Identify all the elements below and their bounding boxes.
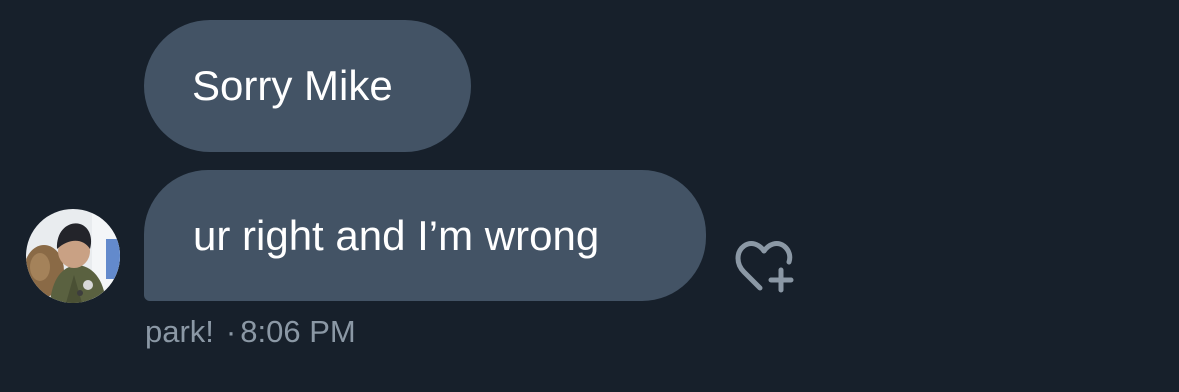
message-timestamp: 8:06 PM <box>240 314 356 349</box>
message-meta: park! · 8:06 PM <box>145 314 356 350</box>
sender-name: park! <box>145 314 214 349</box>
dm-conversation: Sorry Mike ur right and I’m wrong park! ·… <box>0 0 1179 392</box>
meta-separator: · <box>225 314 237 349</box>
message-bubble[interactable]: Sorry Mike <box>144 20 471 152</box>
avatar-photo <box>26 209 120 303</box>
avatar[interactable] <box>26 209 120 303</box>
message-text: Sorry Mike <box>192 62 393 109</box>
message-bubble[interactable]: ur right and I’m wrong <box>144 170 706 301</box>
heart-plus-icon[interactable] <box>734 238 798 296</box>
message-text: ur right and I’m wrong <box>193 211 600 259</box>
